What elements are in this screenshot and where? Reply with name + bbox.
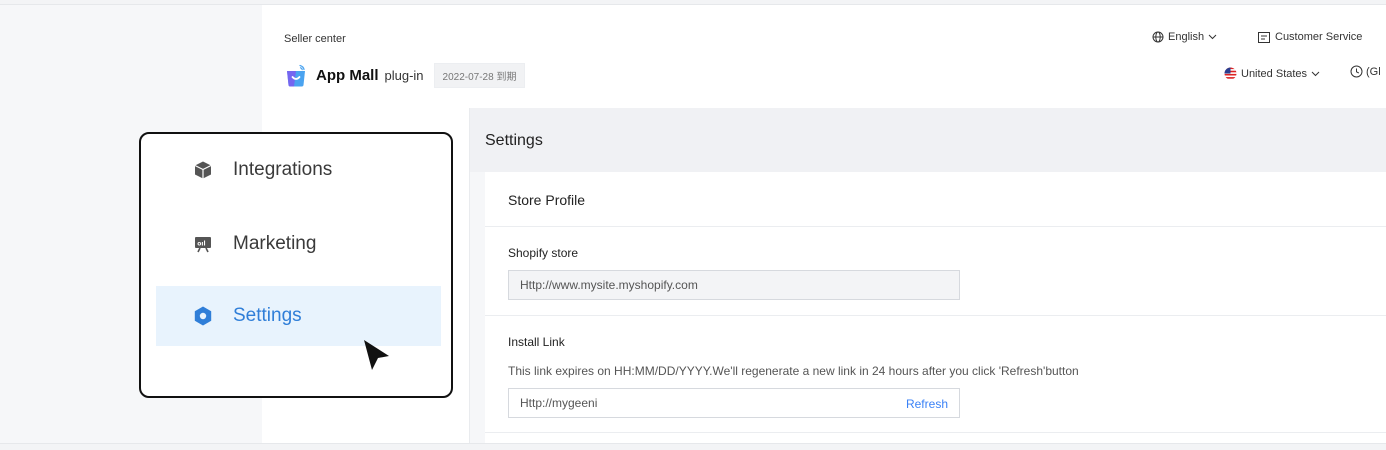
store-profile-card: Store Profile Shopify store Http://www.m… [485,172,1386,443]
mouse-cursor-icon [364,340,389,370]
top-header: Seller center English Customer Service A… [262,5,1386,108]
gear-icon [192,305,214,327]
app-name: App Mall [316,67,379,84]
svg-text:oıl: oıl [197,241,205,248]
sidebar-zoom-callout: Integrations oıl Marketing Settings [139,132,453,398]
sidebar-item-label: Integrations [233,159,333,180]
install-link-label: Install Link [508,335,565,349]
app-mall-logo-icon [287,64,305,86]
globe-icon [1152,31,1164,43]
shopify-store-label: Shopify store [508,246,579,260]
sidebar-item-integrations[interactable]: Integrations [156,140,441,200]
shopify-store-input[interactable]: Http://www.mysite.myshopify.com [508,270,960,300]
customer-service-link[interactable]: Customer Service [1258,31,1362,43]
sidebar-item-label: Settings [233,305,302,326]
cube-icon [192,159,214,181]
country-label: United States [1241,67,1308,80]
install-link-input[interactable]: Http://mygeeni Refresh [508,388,960,418]
chevron-down-icon [1208,34,1217,40]
refresh-button[interactable]: Refresh [906,397,948,411]
country-selector[interactable]: United States [1224,67,1320,80]
customer-service-label: Customer Service [1275,31,1363,43]
plugin-label: plug-in [384,68,424,83]
timezone-selector[interactable]: (Gl [1350,65,1381,78]
sidebar-item-settings[interactable]: Settings [156,286,441,346]
page-title: Settings [485,132,543,149]
language-label: English [1168,31,1205,43]
clock-icon [1350,65,1363,78]
seller-center-label: Seller center [284,33,346,45]
billboard-icon: oıl [192,233,214,255]
language-selector[interactable]: English [1152,31,1217,43]
divider [485,432,1386,433]
shopify-store-value: Http://www.mysite.myshopify.com [520,278,698,292]
install-link-help: This link expires on HH:MM/DD/YYYY.We'll… [508,364,1079,378]
card-title: Store Profile [508,192,586,208]
message-icon [1258,31,1270,43]
divider [485,315,1386,316]
divider [485,226,1386,227]
app-shell: Seller center English Customer Service A… [0,4,1386,444]
brand-row: App Mall plug-in 2022-07-28 到期 [284,63,526,88]
chevron-down-icon [1311,71,1320,76]
sidebar-item-marketing[interactable]: oıl Marketing [156,214,441,274]
expire-badge: 2022-07-28 到期 [433,63,526,88]
sidebar-item-label: Marketing [233,233,317,254]
install-link-value: Http://mygeeni [520,396,598,410]
page-title-bar: Settings [470,108,1386,172]
us-flag-icon [1224,67,1237,80]
timezone-label: (Gl [1366,65,1381,78]
